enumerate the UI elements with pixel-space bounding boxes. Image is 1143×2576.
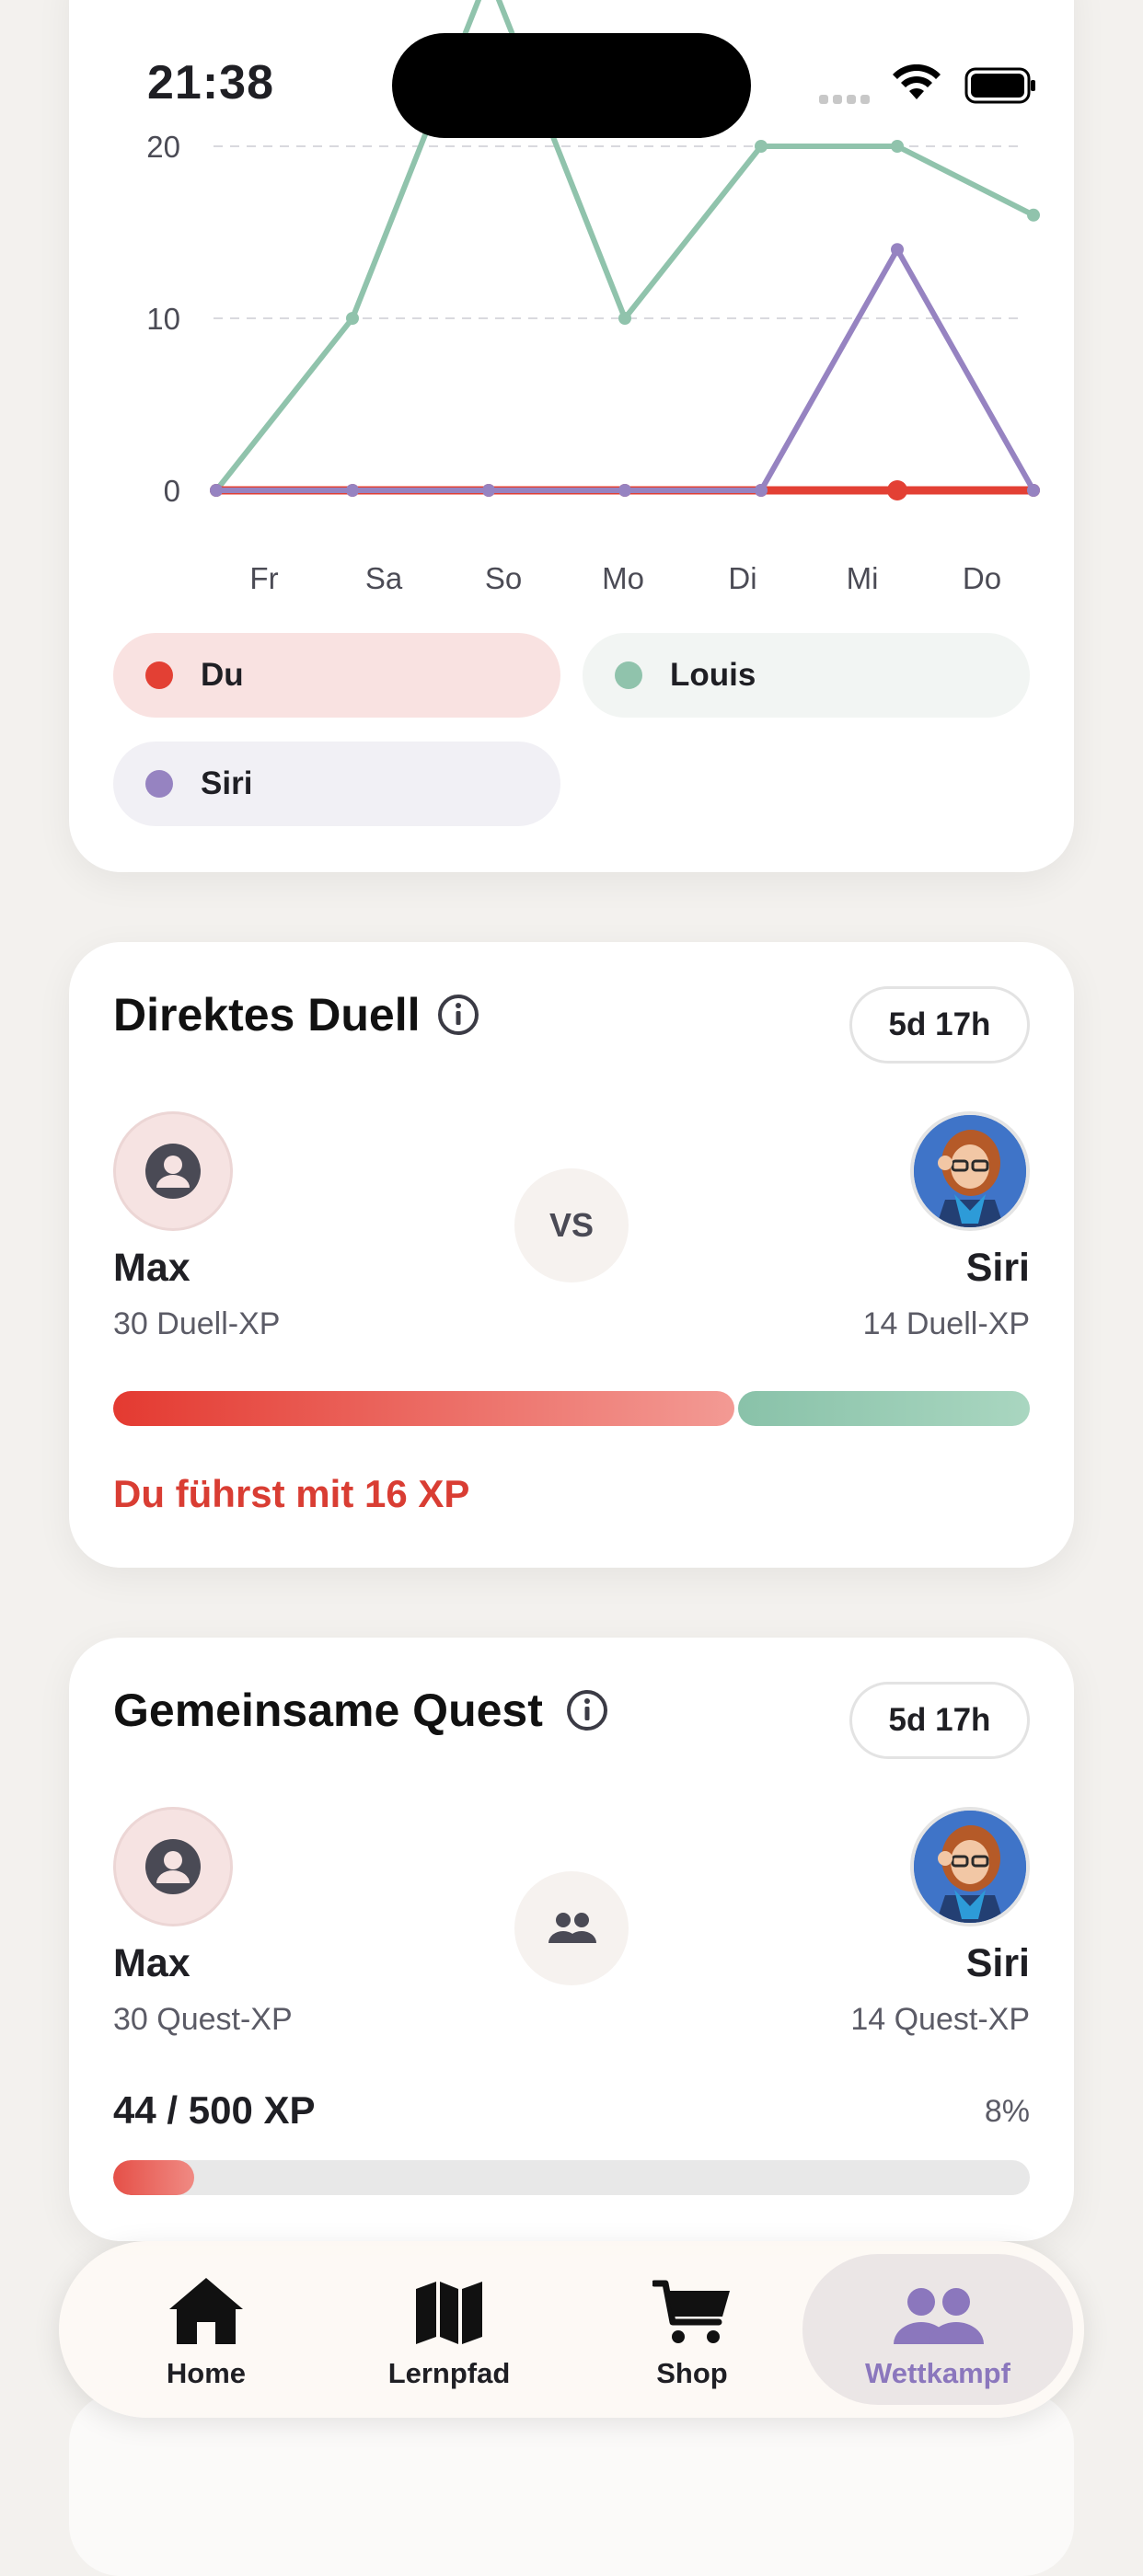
quest-progress-label: 44 / 500 XP — [113, 2088, 316, 2132]
nav-shop[interactable]: Shop — [582, 2241, 802, 2418]
legend-item-du[interactable]: Du — [113, 633, 560, 718]
siri-avatar-illustration — [914, 1115, 1026, 1227]
x-tick-label: Fr — [249, 561, 278, 595]
legend-item-siri[interactable]: Siri — [113, 742, 560, 826]
legend-label: Louis — [670, 657, 756, 693]
avatar — [113, 1807, 233, 1926]
partner-avatar — [910, 1807, 1030, 1926]
avatar — [113, 1111, 233, 1231]
cart-icon — [652, 2280, 730, 2343]
data-point-du — [887, 480, 907, 500]
player-name-left: Max — [113, 1941, 190, 1985]
group-icon — [548, 1913, 596, 1943]
map-icon — [416, 2282, 482, 2344]
quest-card: Gemeinsame Quest 5d 17h Max Siri 30 Ques… — [69, 1638, 1074, 2241]
siri-avatar-illustration — [914, 1811, 1026, 1923]
x-tick-label: So — [485, 561, 522, 595]
opponent-avatar — [910, 1111, 1030, 1231]
user-icon — [145, 1144, 201, 1199]
status-time: 21:38 — [147, 56, 274, 109]
vs-badge: VS — [514, 1168, 629, 1282]
data-point-siri — [891, 243, 904, 257]
wifi-icon — [893, 64, 941, 99]
data-point-siri — [755, 484, 768, 497]
people-icon — [894, 2288, 984, 2344]
quest-title: Gemeinsame Quest — [113, 1685, 543, 1736]
nav-home[interactable]: Home — [96, 2241, 317, 2418]
quest-timer: 5d 17h — [849, 1682, 1030, 1759]
legend-dot — [145, 661, 173, 689]
info-icon[interactable] — [437, 994, 479, 1036]
x-tick-label: Sa — [365, 561, 403, 595]
duel-progress-bar — [113, 1391, 1030, 1426]
legend-label: Siri — [201, 765, 253, 801]
legend-dot — [615, 661, 642, 689]
data-point-louis — [755, 140, 768, 153]
player-name-left: Max — [113, 1246, 190, 1290]
quest-progress-fill — [113, 2160, 194, 2195]
team-badge — [514, 1871, 629, 1985]
data-point-siri — [210, 484, 223, 497]
home-icon — [169, 2278, 243, 2344]
data-point-louis — [891, 140, 904, 153]
data-point-siri — [346, 484, 359, 497]
dynamic-island — [392, 33, 751, 138]
info-icon[interactable] — [566, 1689, 608, 1731]
nav-lernpfad[interactable]: Lernpfad — [339, 2241, 560, 2418]
player-name-right: Siri — [965, 1246, 1030, 1290]
data-point-louis — [1027, 208, 1040, 222]
nav-lernpfad-label: Lernpfad — [387, 2357, 511, 2389]
data-point-siri — [482, 484, 495, 497]
duel-title: Direktes Duell — [113, 989, 421, 1041]
y-tick-label: 0 — [164, 474, 180, 508]
data-point-siri — [618, 484, 631, 497]
cellular-signal-icon — [819, 92, 874, 109]
x-tick-label: Do — [963, 561, 1001, 595]
player-xp-left: 30 Duell-XP — [113, 1306, 281, 1341]
x-tick-label: Mi — [847, 561, 879, 595]
y-tick-label: 20 — [146, 130, 180, 164]
legend-dot — [145, 770, 173, 798]
duel-lead-text: Du führst mit 16 XP — [113, 1472, 470, 1515]
nav-shop-label: Shop — [656, 2357, 728, 2389]
legend-item-louis[interactable]: Louis — [583, 633, 1030, 718]
quest-progress-bar — [113, 2160, 1030, 2195]
player-xp-right: 14 Duell-XP — [862, 1306, 1030, 1341]
series-line-siri — [214, 247, 1036, 493]
duel-bar-opponent — [738, 1391, 1030, 1426]
quest-progress-percent: 8% — [984, 2094, 1030, 2129]
duel-timer: 5d 17h — [849, 986, 1030, 1064]
nav-wettkampf-label: Wettkampf — [865, 2357, 1010, 2389]
next-card-peek — [69, 2392, 1074, 2576]
nav-wettkampf[interactable]: Wettkampf — [827, 2241, 1048, 2418]
duel-bar-self — [113, 1391, 734, 1426]
bottom-nav: Home Lernpfad Shop Wettkampf — [59, 2241, 1084, 2418]
battery-icon — [964, 67, 1035, 104]
duel-card: Direktes Duell 5d 17h VS Max Siri 30 Due… — [69, 942, 1074, 1568]
data-point-siri — [1027, 484, 1040, 497]
user-icon — [145, 1839, 201, 1894]
x-tick-label: Di — [728, 561, 756, 595]
player-xp-left: 30 Quest-XP — [113, 2002, 293, 2037]
x-tick-label: Mo — [602, 561, 644, 595]
player-xp-right: 14 Quest-XP — [850, 2002, 1030, 2037]
y-tick-label: 10 — [146, 302, 180, 336]
data-point-louis — [618, 312, 631, 325]
data-point-louis — [346, 312, 359, 325]
nav-home-label: Home — [166, 2357, 247, 2389]
player-name-right: Siri — [965, 1941, 1030, 1985]
legend-label: Du — [201, 657, 244, 693]
